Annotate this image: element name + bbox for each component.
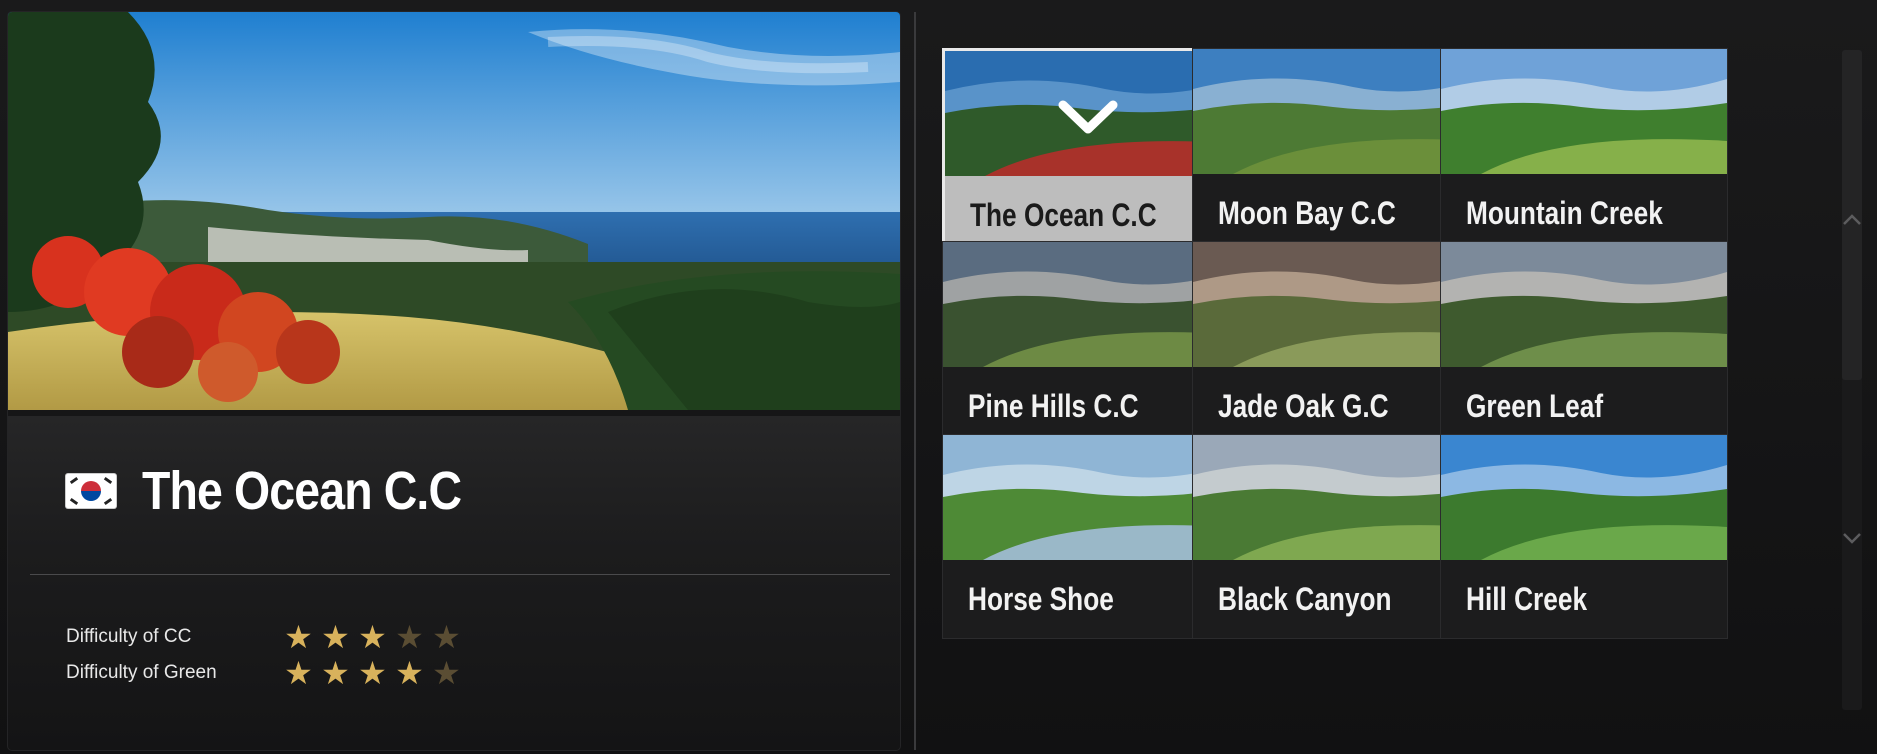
difficulty-green-stars: ★ ★ ★ ★ ★	[280, 654, 465, 692]
course-card-name: Moon Bay C.C	[1218, 194, 1396, 231]
course-info: The Ocean C.C Difficulty of CC ★ ★ ★ ★ ★ Dif…	[8, 416, 900, 750]
scrollbar[interactable]	[1834, 50, 1870, 710]
course-thumbnail	[1441, 242, 1727, 367]
course-card-name: Hill Creek	[1466, 580, 1588, 617]
star-icon: ★	[284, 618, 313, 656]
course-card[interactable]: Hill Creek	[1440, 434, 1728, 639]
course-card[interactable]: Pine Hills C.C	[942, 241, 1230, 446]
course-card-name: Black Canyon	[1218, 580, 1392, 617]
course-thumbnail	[1193, 435, 1479, 560]
course-card-label: Black Canyon	[1193, 560, 1479, 638]
course-card[interactable]: Green Leaf	[1440, 241, 1728, 446]
course-card[interactable]: Mountain Creek	[1440, 48, 1728, 253]
course-detail-panel: The Ocean C.C Difficulty of CC ★ ★ ★ ★ ★ Dif…	[8, 12, 900, 750]
star-icon: ★	[432, 654, 461, 692]
course-grid: The Ocean C.C Moon Bay C.C Mountain Creek P…	[928, 12, 1828, 750]
difficulty-cc-label: Difficulty of CC	[66, 626, 192, 647]
divider	[30, 574, 890, 575]
course-thumbnail	[943, 435, 1229, 560]
course-hero-image	[8, 12, 900, 410]
course-card-name: Horse Shoe	[968, 580, 1114, 617]
difficulty-green-row: Difficulty of Green ★ ★ ★ ★ ★	[66, 654, 465, 692]
star-icon: ★	[395, 654, 424, 692]
course-thumbnail	[1441, 49, 1727, 174]
star-icon: ★	[321, 654, 350, 692]
course-card-name: Mountain Creek	[1466, 194, 1663, 231]
course-thumbnail	[1193, 49, 1479, 174]
course-card-name: Pine Hills C.C	[968, 387, 1139, 424]
scroll-down-button[interactable]	[1834, 520, 1870, 556]
course-title: The Ocean C.C	[142, 461, 462, 521]
difficulty-green-label: Difficulty of Green	[66, 662, 217, 683]
course-card[interactable]: The Ocean C.C	[942, 48, 1234, 257]
star-icon: ★	[358, 618, 387, 656]
star-icon: ★	[358, 654, 387, 692]
star-icon: ★	[284, 654, 313, 692]
difficulty-cc-stars: ★ ★ ★ ★ ★	[280, 618, 465, 656]
course-card-name: Jade Oak G.C	[1218, 387, 1389, 424]
difficulty-cc-row: Difficulty of CC ★ ★ ★ ★ ★	[66, 618, 465, 656]
chevron-down-icon	[1843, 533, 1861, 544]
course-thumbnail	[945, 51, 1231, 176]
course-card-name: The Ocean C.C	[970, 196, 1157, 233]
course-thumbnail	[943, 242, 1229, 367]
star-icon: ★	[321, 618, 350, 656]
course-title-row: The Ocean C.C	[66, 464, 513, 518]
course-card-name: Green Leaf	[1466, 387, 1604, 424]
course-card[interactable]: Moon Bay C.C	[1192, 48, 1480, 253]
course-card[interactable]: Jade Oak G.C	[1192, 241, 1480, 446]
checkmark-icon	[1058, 100, 1118, 134]
star-icon: ★	[432, 618, 461, 656]
course-thumbnail	[1441, 435, 1727, 560]
panel-separator	[914, 12, 916, 750]
course-thumbnail	[1193, 242, 1479, 367]
star-icon: ★	[395, 618, 424, 656]
course-card[interactable]: Black Canyon	[1192, 434, 1480, 639]
course-select-screen: The Ocean C.C Difficulty of CC ★ ★ ★ ★ ★ Dif…	[0, 0, 1877, 754]
course-card-label: Horse Shoe	[943, 560, 1229, 638]
south-korea-flag-icon	[66, 474, 116, 508]
course-card[interactable]: Horse Shoe	[942, 434, 1230, 639]
chevron-up-icon	[1843, 214, 1861, 225]
course-card-label: Hill Creek	[1441, 560, 1727, 638]
scroll-up-button[interactable]	[1834, 202, 1870, 238]
